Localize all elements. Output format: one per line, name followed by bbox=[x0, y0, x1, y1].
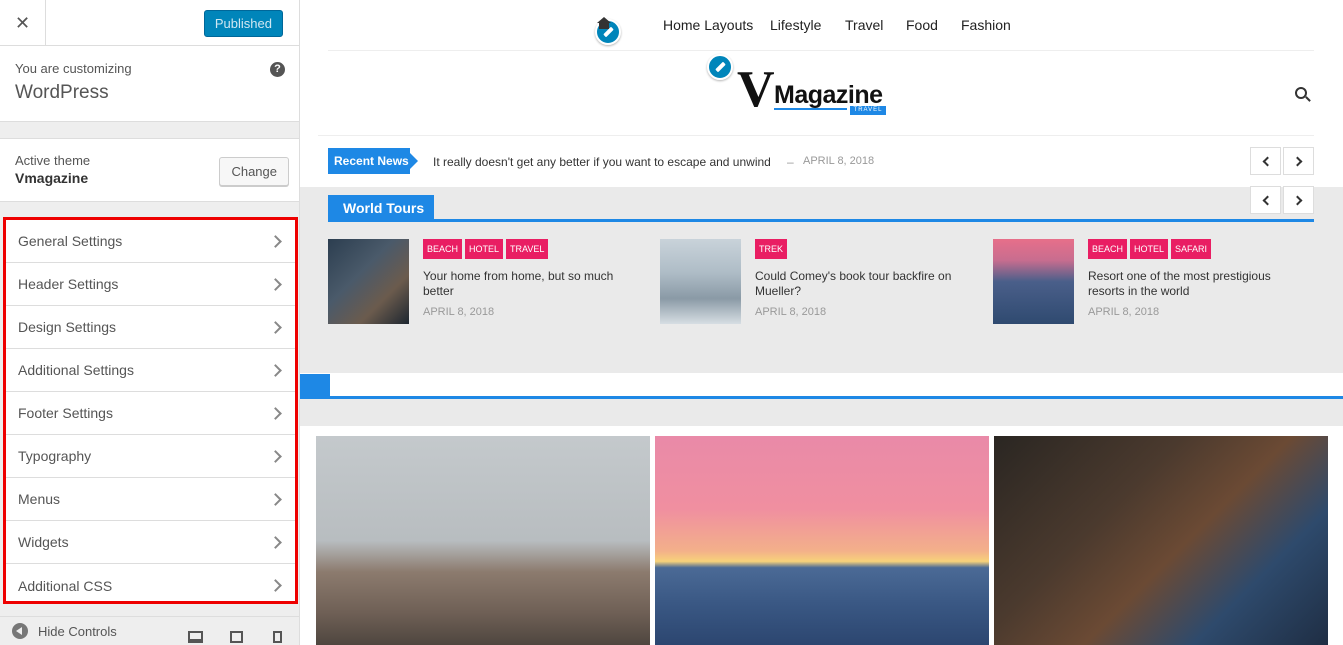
tours-prev-button[interactable] bbox=[1250, 186, 1281, 214]
featured-image-people[interactable] bbox=[994, 436, 1328, 645]
ticker-prev-button[interactable] bbox=[1250, 147, 1281, 175]
section-title: World Tours bbox=[328, 195, 434, 221]
panel-label: Typography bbox=[18, 448, 92, 464]
close-icon: ✕ bbox=[14, 12, 31, 33]
customizer-sidebar: ✕ Published You are customizing WordPres… bbox=[0, 0, 300, 645]
settings-panel-list: General Settings Header Settings Design … bbox=[3, 217, 298, 604]
site-preview: Home Layouts Lifestyle Travel Food Fashi… bbox=[300, 0, 1343, 645]
change-theme-button[interactable]: Change bbox=[219, 157, 289, 186]
featured-image-castle[interactable] bbox=[316, 436, 650, 645]
post-date: APRIL 8, 2018 bbox=[1088, 306, 1160, 318]
chevron-right-icon bbox=[269, 277, 282, 291]
chevron-right-icon bbox=[1292, 195, 1302, 205]
panel-design-settings[interactable]: Design Settings bbox=[6, 306, 295, 349]
chevron-right-icon bbox=[269, 535, 282, 549]
chevron-right-icon bbox=[269, 363, 282, 377]
post-title[interactable]: Could Comey's book tour backfire on Muel… bbox=[755, 269, 960, 299]
category-tag[interactable]: TREK bbox=[755, 239, 788, 259]
site-name: WordPress bbox=[15, 82, 109, 103]
panel-menus[interactable]: Menus bbox=[6, 478, 295, 521]
recent-news-label: Recent News bbox=[328, 148, 418, 174]
world-tours-section: World Tours BEACH HOTEL TRAVEL Your home… bbox=[300, 186, 1343, 373]
featured-image-city[interactable] bbox=[655, 436, 989, 645]
panel-label: Additional Settings bbox=[18, 362, 134, 378]
tour-post: TREK Could Comey's book tour backfire on… bbox=[660, 239, 980, 325]
chevron-right-icon bbox=[1292, 156, 1302, 166]
nav-home-layouts[interactable]: Home Layouts bbox=[663, 17, 753, 33]
post-title[interactable]: Resort one of the most prestigious resor… bbox=[1088, 269, 1293, 299]
site-logo[interactable]: V Magazine TRAVEL bbox=[737, 64, 889, 120]
post-title[interactable]: Your home from home, but so much better bbox=[423, 269, 628, 299]
panel-header-settings[interactable]: Header Settings bbox=[6, 263, 295, 306]
tours-next-button[interactable] bbox=[1283, 186, 1314, 214]
tour-post: BEACH HOTEL SAFARI Resort one of the mos… bbox=[993, 239, 1313, 325]
nav-food[interactable]: Food bbox=[906, 17, 938, 33]
help-icon[interactable]: ? bbox=[270, 62, 285, 77]
nav-lifestyle[interactable]: Lifestyle bbox=[770, 17, 821, 33]
ticker-date: APRIL 8, 2018 bbox=[803, 155, 875, 167]
ticker-next-button[interactable] bbox=[1283, 147, 1314, 175]
chevron-right-icon bbox=[269, 234, 282, 248]
panel-label: Header Settings bbox=[18, 276, 119, 292]
edit-logo-pencil-icon[interactable] bbox=[707, 54, 733, 80]
logo-initial: V bbox=[737, 61, 775, 118]
chevron-left-icon bbox=[1262, 156, 1272, 166]
logo-tagline: TRAVEL bbox=[850, 106, 886, 115]
post-date: APRIL 8, 2018 bbox=[423, 306, 495, 318]
panel-additional-settings[interactable]: Additional Settings bbox=[6, 349, 295, 392]
panel-footer-settings[interactable]: Footer Settings bbox=[6, 392, 295, 435]
tablet-preview-icon[interactable] bbox=[230, 631, 243, 643]
home-icon[interactable] bbox=[597, 17, 611, 30]
panel-typography[interactable]: Typography bbox=[6, 435, 295, 478]
post-thumbnail[interactable] bbox=[993, 239, 1074, 324]
category-tag[interactable]: HOTEL bbox=[465, 239, 504, 259]
category-tag[interactable]: TRAVEL bbox=[506, 239, 549, 259]
category-tag[interactable]: BEACH bbox=[423, 239, 463, 259]
panel-label: Design Settings bbox=[18, 319, 117, 335]
panel-additional-css[interactable]: Additional CSS bbox=[6, 564, 295, 607]
panel-widgets[interactable]: Widgets bbox=[6, 521, 295, 564]
post-thumbnail[interactable] bbox=[660, 239, 741, 324]
ticker-headline[interactable]: It really doesn't get any better if you … bbox=[433, 155, 771, 169]
collapse-icon[interactable] bbox=[12, 623, 28, 639]
nav-fashion[interactable]: Fashion bbox=[961, 17, 1011, 33]
panel-label: Menus bbox=[18, 491, 61, 507]
chevron-right-icon bbox=[269, 449, 282, 463]
customizing-label: You are customizing bbox=[15, 61, 132, 76]
publish-button[interactable]: Published bbox=[203, 10, 283, 37]
category-tag[interactable]: HOTEL bbox=[1130, 239, 1169, 259]
panel-label: Widgets bbox=[18, 534, 69, 550]
chevron-right-icon bbox=[269, 492, 282, 506]
category-tag[interactable]: BEACH bbox=[1088, 239, 1128, 259]
customizer-footer: Hide Controls bbox=[0, 616, 299, 645]
panel-general-settings[interactable]: General Settings bbox=[6, 220, 295, 263]
chevron-right-icon bbox=[269, 406, 282, 420]
chevron-right-icon bbox=[269, 579, 282, 592]
mobile-preview-icon[interactable] bbox=[273, 631, 282, 643]
panel-label: Additional CSS bbox=[18, 577, 113, 594]
chevron-right-icon bbox=[269, 320, 282, 334]
panel-label: General Settings bbox=[18, 233, 123, 249]
active-theme-section: Active theme Vmagazine Change bbox=[0, 138, 299, 202]
category-tag[interactable]: SAFARI bbox=[1171, 239, 1212, 259]
desktop-preview-icon[interactable] bbox=[188, 631, 203, 643]
ticker-separator: – bbox=[787, 155, 794, 169]
chevron-left-icon bbox=[1262, 195, 1272, 205]
nav-travel[interactable]: Travel bbox=[845, 17, 883, 33]
post-date: APRIL 8, 2018 bbox=[755, 306, 827, 318]
close-customizer-button[interactable]: ✕ bbox=[0, 0, 46, 46]
hide-controls-button[interactable]: Hide Controls bbox=[38, 624, 117, 639]
section-tab bbox=[300, 374, 330, 397]
panel-label: Footer Settings bbox=[18, 405, 113, 421]
post-thumbnail[interactable] bbox=[328, 239, 409, 324]
customizer-header: ✕ Published bbox=[0, 0, 299, 46]
tour-post: BEACH HOTEL TRAVEL Your home from home, … bbox=[328, 239, 648, 325]
search-icon[interactable] bbox=[1295, 87, 1307, 99]
customizing-info: You are customizing WordPress ? bbox=[0, 46, 299, 122]
